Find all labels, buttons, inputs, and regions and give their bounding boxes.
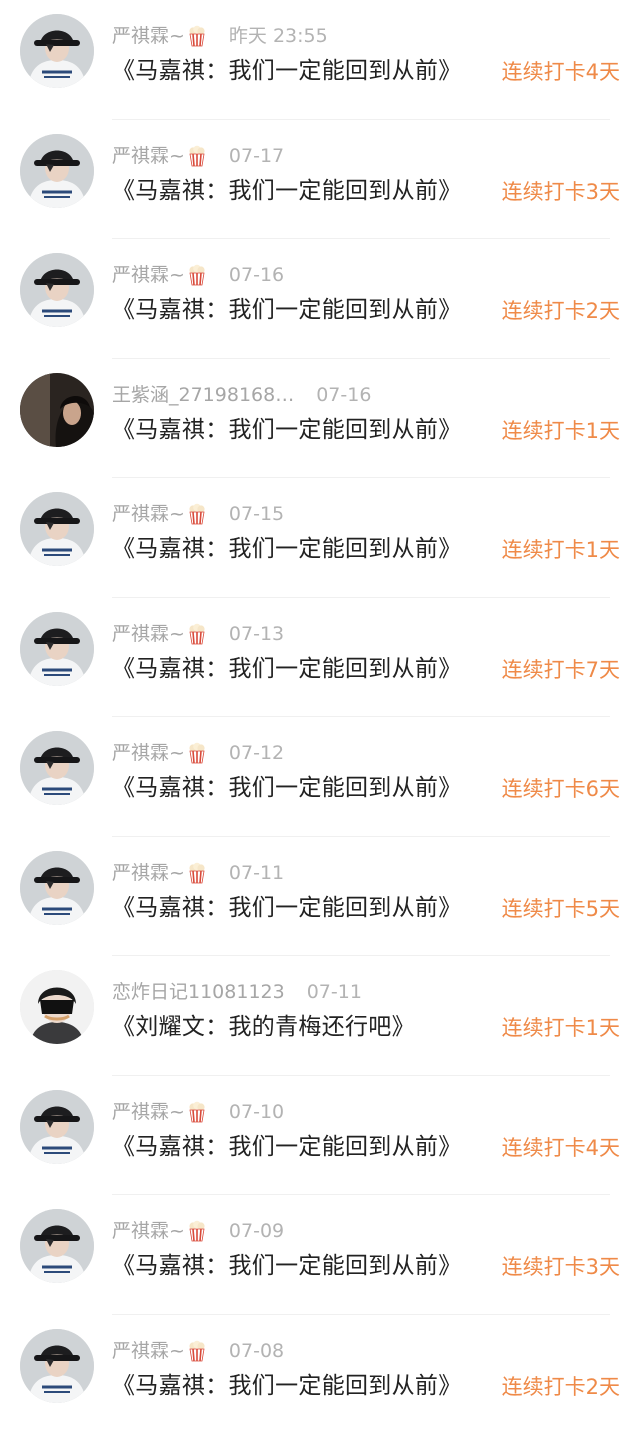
feed-entry[interactable]: 恋炸日记11081123 07-11 《刘耀文：我的青梅还行吧》 连续打卡1天 <box>0 956 640 1076</box>
feed-entry[interactable]: 严祺霖~ 07-10 《马嘉祺：我们一定能回到从前》 连续打卡4天 <box>0 1076 640 1196</box>
avatar[interactable] <box>20 492 94 566</box>
checkin-streak: 连续打卡1天 <box>502 534 620 566</box>
popcorn-icon <box>187 25 207 47</box>
avatar[interactable] <box>20 253 94 327</box>
timestamp: 07-08 <box>229 1337 284 1365</box>
popcorn-icon <box>187 145 207 167</box>
work-title[interactable]: 《马嘉祺：我们一定能回到从前》 <box>112 771 462 805</box>
popcorn-icon <box>187 623 207 645</box>
timestamp: 07-16 <box>229 261 284 289</box>
checkin-streak: 连续打卡2天 <box>502 1371 620 1403</box>
avatar[interactable] <box>20 851 94 925</box>
avatar[interactable] <box>20 14 94 88</box>
feed-entry[interactable]: 严祺霖~ 07-09 《马嘉祺：我们一定能回到从前》 连续打卡3天 <box>0 1195 640 1315</box>
avatar[interactable] <box>20 612 94 686</box>
timestamp: 07-11 <box>229 859 284 887</box>
checkin-feed: 严祺霖~ 昨天 23:55 《马嘉祺：我们一定能回到从前》 连续打卡4天 严祺霖… <box>0 0 640 1422</box>
feed-entry[interactable]: 严祺霖~ 07-13 《马嘉祺：我们一定能回到从前》 连续打卡7天 <box>0 598 640 718</box>
avatar[interactable] <box>20 134 94 208</box>
username[interactable]: 严祺霖~ <box>112 1337 185 1365</box>
entry-meta: 严祺霖~ 07-10 <box>112 1098 284 1126</box>
avatar[interactable] <box>20 373 94 447</box>
popcorn-icon <box>187 503 207 525</box>
avatar[interactable] <box>20 970 94 1044</box>
timestamp: 07-11 <box>307 978 362 1006</box>
entry-meta: 严祺霖~ 07-15 <box>112 500 284 528</box>
feed-entry[interactable]: 严祺霖~ 07-08 《马嘉祺：我们一定能回到从前》 连续打卡2天 <box>0 1315 640 1434</box>
popcorn-icon <box>187 1101 207 1123</box>
entry-meta: 严祺霖~ 07-08 <box>112 1337 284 1365</box>
feed-entry[interactable]: 王紫涵_27198168… 07-16 《马嘉祺：我们一定能回到从前》 连续打卡… <box>0 359 640 479</box>
checkin-streak: 连续打卡1天 <box>502 1012 620 1044</box>
popcorn-icon <box>187 264 207 286</box>
work-title[interactable]: 《马嘉祺：我们一定能回到从前》 <box>112 1130 462 1164</box>
entry-meta: 恋炸日记11081123 07-11 <box>112 978 362 1006</box>
entry-meta: 严祺霖~ 07-13 <box>112 620 284 648</box>
work-title[interactable]: 《刘耀文：我的青梅还行吧》 <box>112 1010 415 1044</box>
username[interactable]: 严祺霖~ <box>112 22 185 50</box>
timestamp: 07-13 <box>229 620 284 648</box>
username[interactable]: 严祺霖~ <box>112 1098 185 1126</box>
feed-entry[interactable]: 严祺霖~ 07-12 《马嘉祺：我们一定能回到从前》 连续打卡6天 <box>0 717 640 837</box>
checkin-streak: 连续打卡2天 <box>502 295 620 327</box>
popcorn-icon <box>187 742 207 764</box>
feed-entry[interactable]: 严祺霖~ 07-15 《马嘉祺：我们一定能回到从前》 连续打卡1天 <box>0 478 640 598</box>
username[interactable]: 严祺霖~ <box>112 500 185 528</box>
checkin-streak: 连续打卡3天 <box>502 1251 620 1283</box>
timestamp: 07-12 <box>229 739 284 767</box>
checkin-streak: 连续打卡3天 <box>502 176 620 208</box>
work-title[interactable]: 《马嘉祺：我们一定能回到从前》 <box>112 54 462 88</box>
timestamp: 07-17 <box>229 142 284 170</box>
feed-entry[interactable]: 严祺霖~ 07-17 《马嘉祺：我们一定能回到从前》 连续打卡3天 <box>0 120 640 240</box>
work-title[interactable]: 《马嘉祺：我们一定能回到从前》 <box>112 413 462 447</box>
username[interactable]: 严祺霖~ <box>112 261 185 289</box>
checkin-streak: 连续打卡7天 <box>502 654 620 686</box>
work-title[interactable]: 《马嘉祺：我们一定能回到从前》 <box>112 891 462 925</box>
feed-entry[interactable]: 严祺霖~ 昨天 23:55 《马嘉祺：我们一定能回到从前》 连续打卡4天 <box>0 0 640 120</box>
checkin-streak: 连续打卡5天 <box>502 893 620 925</box>
work-title[interactable]: 《马嘉祺：我们一定能回到从前》 <box>112 652 462 686</box>
username[interactable]: 恋炸日记11081123 <box>112 978 285 1006</box>
entry-meta: 严祺霖~ 07-12 <box>112 739 284 767</box>
timestamp: 07-10 <box>229 1098 284 1126</box>
username[interactable]: 王紫涵_27198168… <box>112 381 294 409</box>
popcorn-icon <box>187 1220 207 1242</box>
username[interactable]: 严祺霖~ <box>112 142 185 170</box>
popcorn-icon <box>187 1340 207 1362</box>
work-title[interactable]: 《马嘉祺：我们一定能回到从前》 <box>112 1369 462 1403</box>
timestamp: 07-09 <box>229 1217 284 1245</box>
timestamp: 07-16 <box>316 381 371 409</box>
entry-meta: 严祺霖~ 07-09 <box>112 1217 284 1245</box>
checkin-streak: 连续打卡4天 <box>502 1132 620 1164</box>
entry-meta: 严祺霖~ 07-16 <box>112 261 284 289</box>
timestamp: 07-15 <box>229 500 284 528</box>
username[interactable]: 严祺霖~ <box>112 620 185 648</box>
work-title[interactable]: 《马嘉祺：我们一定能回到从前》 <box>112 293 462 327</box>
avatar[interactable] <box>20 1329 94 1403</box>
checkin-streak: 连续打卡6天 <box>502 773 620 805</box>
avatar[interactable] <box>20 1090 94 1164</box>
entry-meta: 严祺霖~ 昨天 23:55 <box>112 22 328 50</box>
feed-entry[interactable]: 严祺霖~ 07-11 《马嘉祺：我们一定能回到从前》 连续打卡5天 <box>0 837 640 957</box>
popcorn-icon <box>187 862 207 884</box>
entry-meta: 严祺霖~ 07-17 <box>112 142 284 170</box>
checkin-streak: 连续打卡1天 <box>502 415 620 447</box>
entry-meta: 严祺霖~ 07-11 <box>112 859 284 887</box>
work-title[interactable]: 《马嘉祺：我们一定能回到从前》 <box>112 174 462 208</box>
work-title[interactable]: 《马嘉祺：我们一定能回到从前》 <box>112 532 462 566</box>
entry-meta: 王紫涵_27198168… 07-16 <box>112 381 371 409</box>
checkin-streak: 连续打卡4天 <box>502 56 620 88</box>
work-title[interactable]: 《马嘉祺：我们一定能回到从前》 <box>112 1249 462 1283</box>
timestamp: 昨天 23:55 <box>229 22 328 50</box>
avatar[interactable] <box>20 1209 94 1283</box>
feed-entry[interactable]: 严祺霖~ 07-16 《马嘉祺：我们一定能回到从前》 连续打卡2天 <box>0 239 640 359</box>
username[interactable]: 严祺霖~ <box>112 1217 185 1245</box>
username[interactable]: 严祺霖~ <box>112 739 185 767</box>
username[interactable]: 严祺霖~ <box>112 859 185 887</box>
avatar[interactable] <box>20 731 94 805</box>
